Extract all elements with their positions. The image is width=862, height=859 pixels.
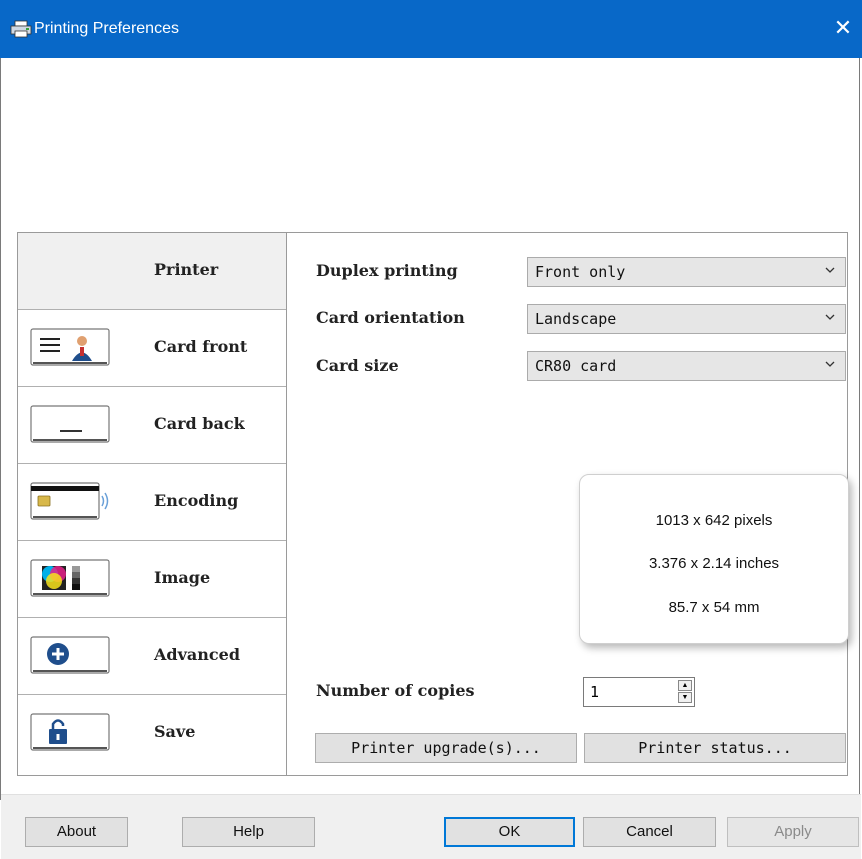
card-back-icon <box>30 405 110 443</box>
sidebar-item-label: Printer <box>154 260 219 279</box>
ok-button[interactable]: OK <box>444 817 575 847</box>
card-size-select[interactable]: CR80 card <box>527 351 846 381</box>
chevron-down-icon <box>825 361 835 367</box>
duplex-printing-select[interactable]: Front only <box>527 257 846 287</box>
chevron-down-icon <box>825 314 835 320</box>
printer-settings: Duplex printing Front only Card orientat… <box>287 233 849 775</box>
sidebar-item-image[interactable]: Image <box>18 541 286 618</box>
spin-down-button[interactable]: ▼ <box>678 692 692 703</box>
number-of-copies-label: Number of copies <box>316 681 475 700</box>
printer-status-button[interactable]: Printer status... <box>584 733 846 763</box>
sidebar-item-save[interactable]: Save <box>18 695 286 772</box>
card-orientation-select[interactable]: Landscape <box>527 304 846 334</box>
sidebar-item-printer[interactable]: Printer <box>18 233 286 310</box>
card-orientation-label: Card orientation <box>316 308 465 327</box>
encoding-icon <box>30 482 109 520</box>
close-button[interactable]: ✕ <box>830 15 856 41</box>
dialog-button-bar: About Help OK Cancel Apply <box>1 794 861 859</box>
sidebar-item-card-back[interactable]: Card back <box>18 387 286 464</box>
spinner-buttons: ▲ ▼ <box>678 680 692 704</box>
image-color-icon <box>30 559 110 597</box>
sidebar-item-label: Advanced <box>154 645 241 664</box>
printer-icon <box>10 20 32 38</box>
dialog-body: Printer Card front Card back Encoding Im… <box>0 58 861 859</box>
card-dimensions-preview: 1013 x 642 pixels 3.376 x 2.14 inches 85… <box>579 474 849 644</box>
card-pixels-text: 1013 x 642 pixels <box>655 512 773 529</box>
apply-button[interactable]: Apply <box>727 817 859 847</box>
help-button[interactable]: Help <box>182 817 315 847</box>
chevron-down-icon <box>825 267 835 273</box>
cancel-button[interactable]: Cancel <box>583 817 716 847</box>
copies-input[interactable] <box>590 682 660 702</box>
card-front-icon <box>30 328 110 366</box>
card-size-value: CR80 card <box>535 357 617 375</box>
plus-circle-icon <box>30 636 110 674</box>
sidebar-item-label: Save <box>154 722 196 741</box>
sidebar-item-label: Card back <box>154 414 245 433</box>
card-orientation-value: Landscape <box>535 310 617 328</box>
card-mm-text: 85.7 x 54 mm <box>668 599 760 616</box>
copies-spinner: ▲ ▼ <box>583 677 695 707</box>
sidebar-item-label: Card front <box>154 337 248 356</box>
duplex-printing-label: Duplex printing <box>316 261 458 280</box>
sidebar-item-label: Encoding <box>154 491 239 510</box>
settings-panel: Printer Card front Card back Encoding Im… <box>17 232 849 776</box>
about-button[interactable]: About <box>25 817 128 847</box>
sidebar-item-label: Image <box>154 568 211 587</box>
lock-icon <box>30 713 110 751</box>
sidebar: Printer Card front Card back Encoding Im… <box>18 233 287 775</box>
card-size-label: Card size <box>316 356 399 375</box>
title-bar: Printing Preferences ✕ <box>0 0 862 58</box>
sidebar-item-encoding[interactable]: Encoding <box>18 464 286 541</box>
sidebar-item-advanced[interactable]: Advanced <box>18 618 286 695</box>
window-title: Printing Preferences <box>34 20 179 37</box>
card-inches-text: 3.376 x 2.14 inches <box>648 555 780 572</box>
printer-upgrade-button[interactable]: Printer upgrade(s)... <box>315 733 577 763</box>
spin-up-button[interactable]: ▲ <box>678 680 692 691</box>
duplex-printing-value: Front only <box>535 263 626 281</box>
sidebar-item-card-front[interactable]: Card front <box>18 310 286 387</box>
